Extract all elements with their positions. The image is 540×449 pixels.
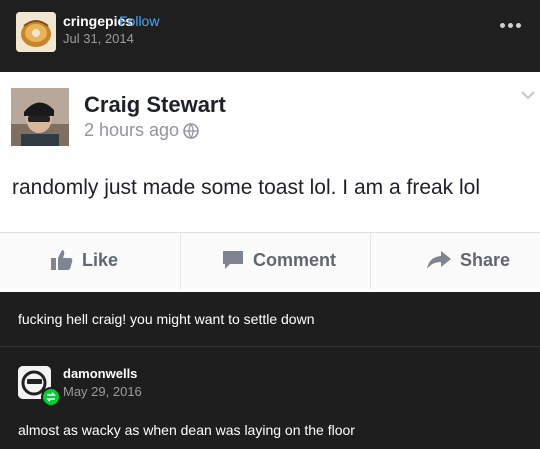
- comment-icon: [223, 251, 243, 269]
- post-caption: fucking hell craig! you might want to se…: [18, 311, 315, 327]
- facebook-screenshot: Craig Stewart 2 hours ago randomly just …: [0, 72, 540, 292]
- reblog-date: May 29, 2016: [63, 384, 142, 399]
- reblog-icon: [41, 387, 61, 407]
- status-text: randomly just made some toast lol. I am …: [12, 176, 481, 199]
- share-button: Share: [426, 245, 510, 275]
- like-label: Like: [82, 249, 119, 270]
- comment-button: Comment: [221, 245, 336, 275]
- ellipsis-icon[interactable]: [500, 18, 526, 32]
- share-arrow-icon: [427, 251, 451, 269]
- chevron-down-icon: [521, 91, 535, 100]
- follow-button[interactable]: Follow: [119, 13, 159, 29]
- poster-name: Craig Stewart: [84, 92, 226, 117]
- post-header: cringepics Follow Jul 31, 2014: [0, 0, 540, 72]
- reblog-blog-name[interactable]: damonwells: [63, 366, 137, 381]
- thumbs-up-icon: [51, 250, 73, 270]
- profile-photo: [11, 88, 69, 146]
- share-label: Share: [460, 249, 511, 270]
- like-button: Like: [50, 245, 118, 275]
- action-bar: Like Comment Share: [0, 232, 540, 289]
- divider: [180, 233, 181, 289]
- divider: [370, 233, 371, 289]
- post-timestamp: 2 hours ago: [84, 120, 199, 141]
- comment-label: Comment: [253, 249, 337, 270]
- divider: [0, 346, 540, 347]
- post-date: Jul 31, 2014: [63, 31, 134, 46]
- reblog-comment: almost as wacky as when dean was laying …: [18, 422, 355, 438]
- blog-avatar[interactable]: [16, 12, 56, 52]
- globe-icon: [183, 122, 199, 139]
- timestamp-text: 2 hours ago: [84, 120, 180, 140]
